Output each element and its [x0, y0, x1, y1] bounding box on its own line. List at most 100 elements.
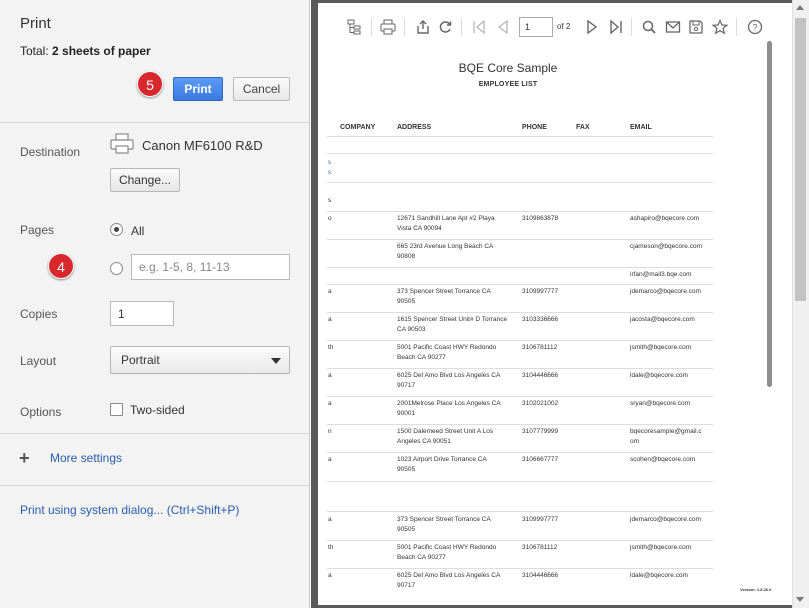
total-value: 2 sheets of paper [52, 44, 151, 58]
next-page-icon[interactable] [581, 15, 603, 39]
save-icon[interactable] [685, 15, 707, 39]
window-scrollbar-thumb[interactable] [795, 18, 806, 301]
tree-icon[interactable] [343, 15, 365, 39]
row-divider [327, 481, 713, 482]
cell-phone: 3106667777 [522, 456, 559, 463]
cell-email: irfan@mail3.bqe.com [630, 271, 692, 278]
refresh-icon[interactable] [434, 15, 456, 39]
row-divider [327, 368, 713, 369]
cell-company: a [328, 372, 332, 379]
cell-company: o [328, 215, 332, 222]
cell-address: 665 23rd Avenue Long Beach CA [397, 243, 494, 250]
print-button[interactable]: Print [173, 77, 223, 101]
two-sided-label: Two-sided [130, 403, 185, 417]
pages-custom-input[interactable]: e.g. 1-5, 8, 11-13 [131, 254, 290, 280]
preview-scrollbar[interactable] [767, 41, 772, 387]
cell-address: 373 Spencer Street Torrance CA [397, 288, 491, 295]
cell-company: a [328, 400, 332, 407]
cell-phone: 3103336666 [522, 316, 559, 323]
blue-mark: s [328, 170, 331, 176]
step-badge-4: 4 [48, 253, 74, 279]
pages-label: Pages [20, 223, 55, 237]
copies-label: Copies [20, 307, 58, 321]
column-header-company: COMPANY [340, 124, 376, 131]
change-destination-button[interactable]: Change... [110, 168, 180, 192]
two-sided-checkbox[interactable] [110, 403, 123, 416]
help-icon[interactable]: ? [744, 15, 766, 39]
layout-value: Portrait [121, 353, 160, 367]
row-divider [327, 153, 713, 154]
cell-company: a [328, 572, 332, 579]
cell-address: Beach CA 90277 [397, 354, 446, 361]
print-preview-area: 1 of 2 ? BQE Core Sample EMPLOYEE LIST C… [311, 0, 809, 608]
cell-address: 90717 [397, 582, 416, 589]
page-number-input[interactable]: 1 [519, 17, 553, 37]
scroll-up-icon[interactable] [796, 5, 804, 10]
cell-address: 6025 Del Amo Blvd Los Angeles CA [397, 372, 501, 379]
layout-select[interactable]: Portrait [110, 346, 290, 374]
cell-email: sryan@bqecore.com [630, 400, 691, 407]
cell-address: 5001 Pacific Coast HWY Redondo [397, 544, 497, 551]
cell-email: jdemarco@bqecore.com [630, 516, 701, 523]
toolbar-separator [371, 18, 372, 36]
cancel-button[interactable]: Cancel [233, 77, 290, 101]
cell-email: jsmith@bqecore.com [630, 544, 692, 551]
row-divider [327, 312, 713, 313]
copies-input[interactable]: 1 [110, 301, 174, 326]
first-page-icon[interactable] [468, 15, 490, 39]
cell-email: jdemarco@bqecore.com [630, 288, 701, 295]
cell-email: jsmith@bqecore.com [630, 344, 692, 351]
search-icon[interactable] [638, 15, 660, 39]
cell-company: th [328, 544, 334, 551]
pages-custom-placeholder: e.g. 1-5, 8, 11-13 [139, 260, 230, 274]
pages-all-label: All [131, 224, 145, 238]
plus-icon[interactable]: + [19, 449, 30, 467]
divider [0, 485, 310, 486]
printer-icon[interactable] [377, 15, 399, 39]
cell-phone: 3106781112 [522, 544, 558, 551]
row-divider [327, 340, 713, 341]
preview-page: 1 of 2 ? BQE Core Sample EMPLOYEE LIST C… [318, 3, 792, 605]
cell-email: ldale@bqecore.com [630, 572, 688, 579]
system-dialog-link[interactable]: Print using system dialog... (Ctrl+Shift… [20, 503, 239, 517]
pages-all-radio[interactable] [110, 223, 123, 236]
mail-icon[interactable] [662, 15, 684, 39]
cell-email: ashapiro@bqecore.com [630, 215, 700, 222]
cell-email: jacosta@bqecore.com [630, 316, 695, 323]
row-divider [327, 182, 713, 183]
cell-fragment: s [328, 197, 332, 204]
cell-email: om [630, 438, 640, 445]
toolbar-separator [631, 18, 632, 36]
printer-name: Canon MF6100 R&D [142, 138, 263, 153]
cell-address: 373 Spencer Street Torrance CA [397, 516, 491, 523]
row-divider [327, 568, 713, 569]
document-title: BQE Core Sample [458, 61, 558, 75]
star-icon[interactable] [709, 15, 731, 39]
column-header-address: ADDRESS [397, 124, 432, 131]
cell-email: bqecoresample@gmail.c [630, 428, 702, 435]
last-page-icon[interactable] [605, 15, 627, 39]
cell-address: 90717 [397, 382, 416, 389]
document-subtitle: EMPLOYEE LIST [478, 81, 538, 88]
cell-email: scohen@bqecore.com [630, 456, 696, 463]
row-divider [327, 239, 713, 240]
row-divider [327, 267, 713, 268]
toolbar-separator [736, 18, 737, 36]
cell-address: 5001 Pacific Coast HWY Redondo [397, 344, 497, 351]
row-divider [327, 424, 713, 425]
pages-custom-radio[interactable] [110, 262, 123, 275]
column-header-fax: FAX [576, 124, 590, 131]
cell-address: 2001Melrose Place Los Angeles CA [397, 400, 501, 407]
more-settings-link[interactable]: More settings [50, 451, 122, 465]
cell-phone: 3104446666 [522, 372, 559, 379]
cell-email: ldale@bqecore.com [630, 372, 688, 379]
prev-page-icon[interactable] [492, 15, 514, 39]
cell-address: CA 90503 [397, 326, 426, 333]
cell-company: a [328, 516, 332, 523]
total-sheets: Total: 2 sheets of paper [20, 44, 151, 58]
cell-address: 90808 [397, 253, 416, 260]
share-icon[interactable] [412, 15, 434, 39]
layout-label: Layout [20, 354, 57, 368]
scroll-down-icon[interactable] [796, 597, 804, 602]
cell-company: th [328, 344, 334, 351]
